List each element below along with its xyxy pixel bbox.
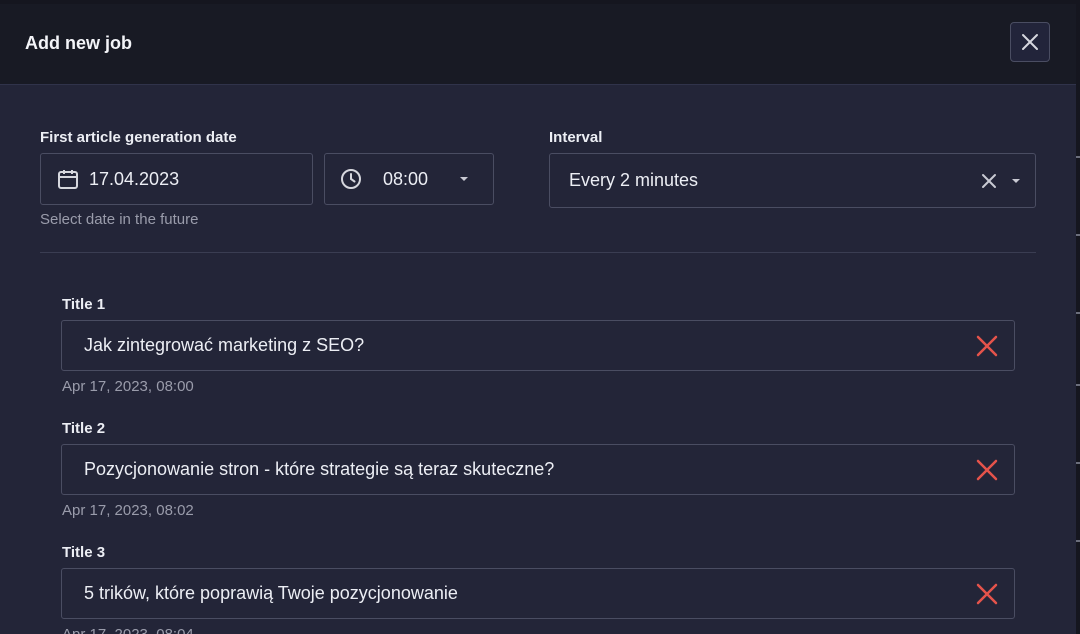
remove-icon bbox=[976, 459, 998, 481]
time-select[interactable]: 08:00 bbox=[324, 153, 494, 205]
title-2-input[interactable]: Pozycjonowanie stron - które strategie s… bbox=[61, 444, 1015, 495]
time-value: 08:00 bbox=[383, 168, 429, 189]
date-help-text: Select date in the future bbox=[40, 211, 199, 228]
interval-select[interactable]: Every 2 minutes bbox=[549, 153, 1036, 208]
remove-title-3-button[interactable] bbox=[974, 581, 1000, 607]
clear-icon[interactable] bbox=[981, 173, 997, 189]
title-2-value: Pozycjonowanie stron - które strategie s… bbox=[84, 459, 555, 479]
title-3-label: Title 3 bbox=[62, 544, 106, 561]
remove-title-1-button[interactable] bbox=[974, 333, 1000, 359]
date-value: 17.04.2023 bbox=[89, 168, 180, 189]
modal-body: First article generation date 17.04.2023… bbox=[0, 85, 1076, 634]
divider bbox=[40, 252, 1036, 253]
title-3-date: Apr 17, 2023, 08:04 bbox=[62, 626, 194, 634]
title-1-input[interactable]: Jak zintegrować marketing z SEO? bbox=[61, 320, 1015, 371]
calendar-icon bbox=[58, 170, 78, 189]
interval-label: Interval bbox=[549, 129, 603, 146]
interval-value: Every 2 minutes bbox=[569, 170, 699, 190]
title-2-label: Title 2 bbox=[62, 420, 106, 437]
title-1-label: Title 1 bbox=[62, 296, 106, 313]
chevron-down-icon bbox=[460, 177, 469, 181]
title-3-value: 5 trików, które poprawią Twoje pozycjono… bbox=[84, 583, 458, 603]
title-1-value: Jak zintegrować marketing z SEO? bbox=[84, 335, 365, 355]
remove-icon bbox=[976, 583, 998, 605]
title-2-date: Apr 17, 2023, 08:02 bbox=[62, 502, 194, 519]
date-label: First article generation date bbox=[40, 129, 237, 146]
clock-icon bbox=[341, 169, 361, 189]
remove-title-2-button[interactable] bbox=[974, 457, 1000, 483]
background-app-gutter bbox=[1076, 0, 1080, 634]
page: Add new job First article generation dat… bbox=[0, 0, 1080, 634]
title-1-date: Apr 17, 2023, 08:00 bbox=[62, 378, 194, 395]
chevron-down-icon bbox=[1012, 179, 1020, 183]
modal-header: Add new job bbox=[0, 4, 1076, 85]
title-3-input[interactable]: 5 trików, które poprawią Twoje pozycjono… bbox=[61, 568, 1015, 619]
close-icon bbox=[1022, 34, 1038, 50]
modal-title: Add new job bbox=[25, 33, 132, 53]
date-field[interactable]: 17.04.2023 bbox=[40, 153, 313, 205]
close-button[interactable] bbox=[1010, 22, 1050, 62]
remove-icon bbox=[976, 335, 998, 357]
